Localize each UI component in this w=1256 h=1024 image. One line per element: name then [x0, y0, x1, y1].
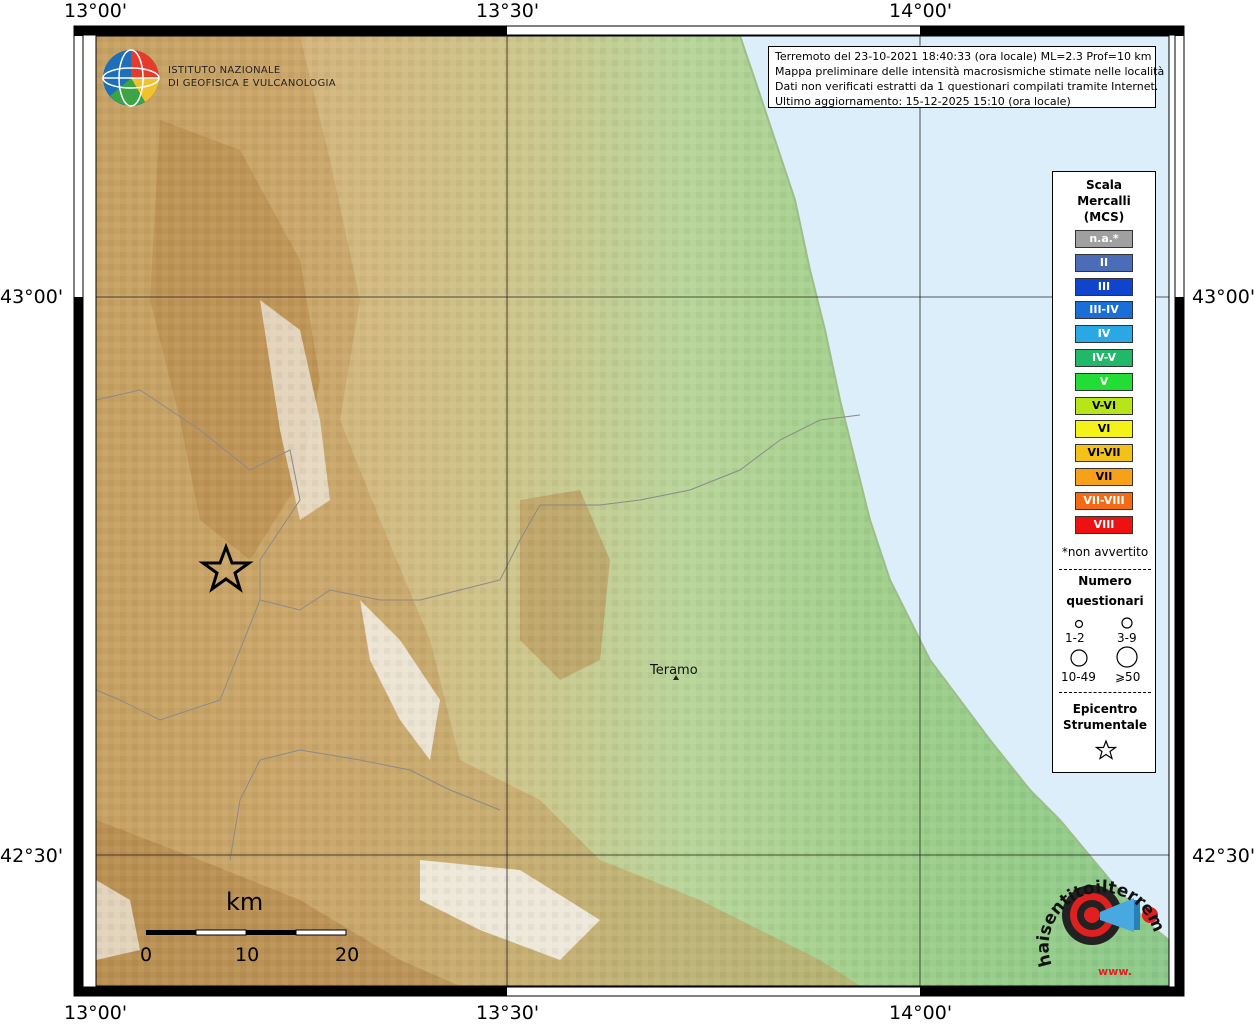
mcs-scale-item: VII-VIII — [1075, 491, 1133, 510]
count-label-1-2: 1-2 — [1065, 631, 1085, 645]
scalebar-tick-10: 10 — [235, 944, 260, 966]
mcs-scale-item: VI-VII — [1075, 444, 1133, 463]
legend-star-icon — [1095, 739, 1117, 760]
top-label-1300: 13°00' — [64, 0, 128, 22]
bottom-label-1400: 14°00' — [889, 1002, 953, 1024]
svg-text:haisentitoilterremoto.it: haisentitoilterremoto.it — [1030, 855, 1168, 969]
info-line-map: Mappa preliminare delle intensità macros… — [775, 65, 1165, 78]
mcs-scale-item: VI — [1075, 420, 1133, 439]
mcs-scale-item: II — [1075, 253, 1133, 272]
count-label-10-49: 10-49 — [1061, 670, 1096, 684]
epi-title-2: Strumentale — [1062, 718, 1148, 732]
brand-logo-text: haisentitoilterremoto.it www. — [1030, 855, 1168, 978]
mcs-scale-item: V — [1075, 372, 1133, 391]
right-label-4300: 43°00' — [1192, 286, 1256, 308]
info-box: Terremoto del 23-10-2021 18:40:33 (ora l… — [768, 46, 1165, 108]
mcs-scale-item: III — [1075, 277, 1133, 296]
info-line-data: Dati non verificati estratti da 1 questi… — [775, 80, 1159, 93]
legend-title: Scala Mercalli (MCS) — [1077, 178, 1131, 224]
mcs-scale-item: VIII — [1075, 515, 1133, 534]
mcs-scale-item: III-IV — [1075, 301, 1133, 320]
right-label-4230: 42°30' — [1192, 845, 1256, 867]
info-line-updated: Ultimo aggiornamento: 15-12-2025 15:10 (… — [775, 95, 1071, 108]
bottom-label-1300: 13°00' — [64, 1002, 128, 1024]
info-line-event: Terremoto del 23-10-2021 18:40:33 (ora l… — [775, 50, 1152, 63]
mcs-legend: Scala Mercalli (MCS) n.a.* II III III-IV IV I… — [1052, 171, 1156, 773]
top-label-1330: 13°30' — [476, 0, 540, 22]
mcs-scale-item: IV — [1075, 325, 1133, 344]
top-label-1400: 14°00' — [889, 0, 953, 22]
mcs-scale-item: VII — [1075, 468, 1133, 486]
scalebar-tick-0: 0 — [140, 944, 153, 966]
left-label-4300: 43°00' — [0, 286, 64, 308]
count-title-2: questionari — [1066, 594, 1144, 608]
town-label-teramo: Teramo — [650, 663, 698, 678]
svg-text:www.: www. — [1098, 965, 1132, 978]
count-label-3-9: 3-9 — [1117, 631, 1137, 645]
mcs-scale-item: IV-V — [1075, 349, 1133, 367]
scalebar-unit: km — [226, 888, 264, 916]
mcs-scale-item: n.a.* — [1075, 230, 1133, 248]
epi-title-1: Epicentro — [1072, 702, 1138, 716]
count-title-1: Numero — [1078, 574, 1132, 588]
left-label-4230: 42°30' — [0, 845, 64, 867]
count-label-50plus: ⩾50 — [1115, 670, 1141, 684]
legend-note: *non avvertito — [1061, 545, 1149, 559]
scalebar-tick-20: 20 — [335, 944, 360, 966]
mcs-scale-item: V-VI — [1075, 396, 1133, 415]
globe-logo-icon — [102, 49, 160, 107]
institute-name: ISTITUTO NAZIONALE DI GEOFISICA E VULCAN… — [168, 65, 336, 89]
bottom-label-1330: 13°30' — [476, 1002, 540, 1024]
